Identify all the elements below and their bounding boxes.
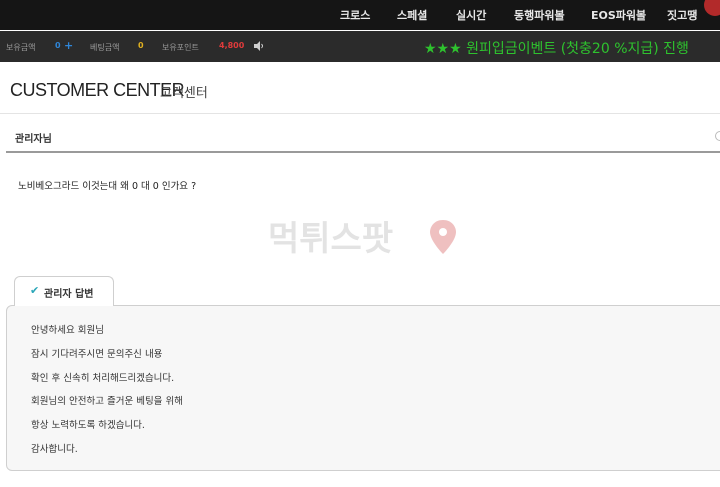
answer-panel: 안녕하세요 회원님 잠시 기다려주시면 문의주신 내용 확인 후 신속히 처리해… bbox=[6, 305, 720, 471]
nav-jitgottaeng[interactable]: 짓고땡 bbox=[667, 7, 697, 23]
divider bbox=[0, 113, 720, 114]
tab-label: 관리자 답변 bbox=[44, 289, 94, 300]
balance-label: 보유금액 bbox=[6, 43, 36, 52]
betting-value: 0 bbox=[138, 41, 144, 50]
status-bar: 보유금액 0 + 베팅금액 0 보유포인트 4,800 ★★★ 원피입금이벤트 … bbox=[0, 31, 720, 62]
nav-live[interactable]: 실시간 bbox=[456, 7, 486, 23]
more-icon[interactable] bbox=[715, 131, 720, 141]
answer-line: 회원님의 안전하고 즐거운 베팅을 위해 bbox=[31, 396, 183, 407]
answer-line: 안녕하세요 회원님 bbox=[31, 325, 104, 336]
answer-line: 감사합니다. bbox=[31, 444, 78, 455]
points-value: 4,800 bbox=[219, 41, 245, 50]
page-subtitle: 고객센터 bbox=[160, 86, 208, 101]
post-author: 관리자님 bbox=[15, 134, 52, 145]
post-divider bbox=[6, 151, 720, 153]
corner-badge bbox=[704, 0, 720, 16]
answer-line: 항상 노력하도록 하겠습니다. bbox=[31, 420, 145, 431]
tab-admin-answer[interactable]: ✔ 관리자 답변 bbox=[14, 276, 114, 306]
nav-powerball[interactable]: 동행파워볼 bbox=[514, 7, 565, 23]
top-nav: 크로스 스페셜 실시간 동행파워볼 EOS파워볼 짓고땡 bbox=[0, 0, 720, 30]
points-label: 보유포인트 bbox=[162, 43, 199, 52]
check-icon: ✔ bbox=[30, 284, 40, 297]
answer-line: 잠시 기다려주시면 문의주신 내용 bbox=[31, 349, 163, 360]
plus-icon[interactable]: + bbox=[64, 39, 73, 52]
betting-label: 베팅금액 bbox=[90, 43, 120, 52]
watermark-logo: 먹튀스팟 bbox=[268, 219, 456, 259]
page-title: CUSTOMER CENTER bbox=[10, 80, 185, 100]
nav-cross[interactable]: 크로스 bbox=[340, 7, 370, 23]
balance-value: 0 bbox=[55, 41, 61, 50]
watermark-text: 먹튀스팟 bbox=[268, 219, 393, 259]
speaker-icon[interactable] bbox=[254, 41, 264, 51]
nav-eos-powerball[interactable]: EOS파워볼 bbox=[591, 7, 646, 23]
event-marquee[interactable]: ★★★ 원피입금이벤트 (첫충20 %지급) 진행 bbox=[424, 38, 689, 58]
question-text: 노비베오그라드 이것는대 왜 0 대 0 인가요 ? bbox=[18, 181, 197, 192]
nav-special[interactable]: 스페셜 bbox=[397, 7, 427, 23]
answer-line: 확인 후 신속히 처리해드리겠습니다. bbox=[31, 373, 175, 384]
